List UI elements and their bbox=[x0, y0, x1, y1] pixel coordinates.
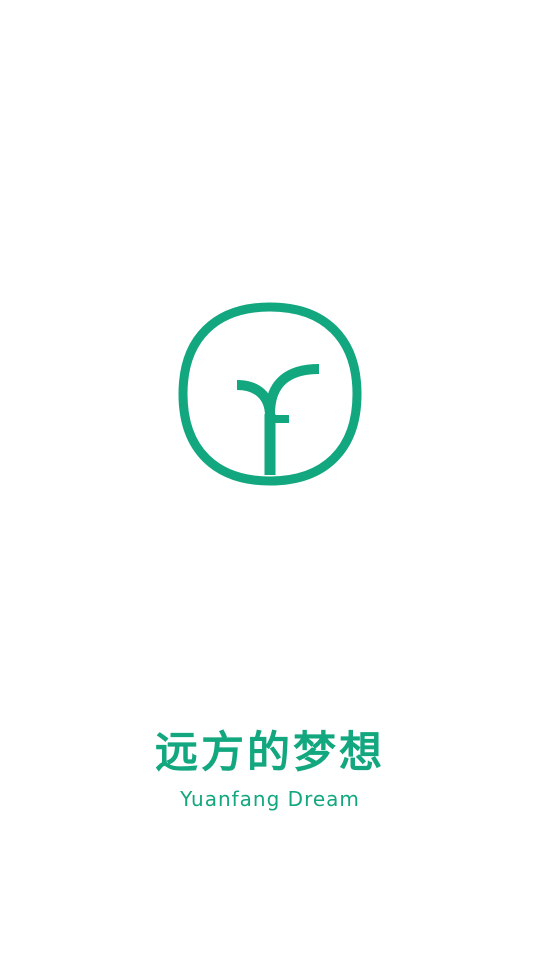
app-name-english: Yuanfang Dream bbox=[180, 787, 360, 811]
logo-sprout-right-leaf bbox=[265, 364, 320, 415]
app-name-chinese: 远方的梦想 bbox=[155, 728, 385, 778]
brand-block: 远方的梦想 Yuanfang Dream bbox=[0, 726, 540, 812]
sprout-logo-icon bbox=[174, 298, 366, 490]
splash-screen: 远方的梦想 Yuanfang Dream bbox=[0, 0, 540, 960]
